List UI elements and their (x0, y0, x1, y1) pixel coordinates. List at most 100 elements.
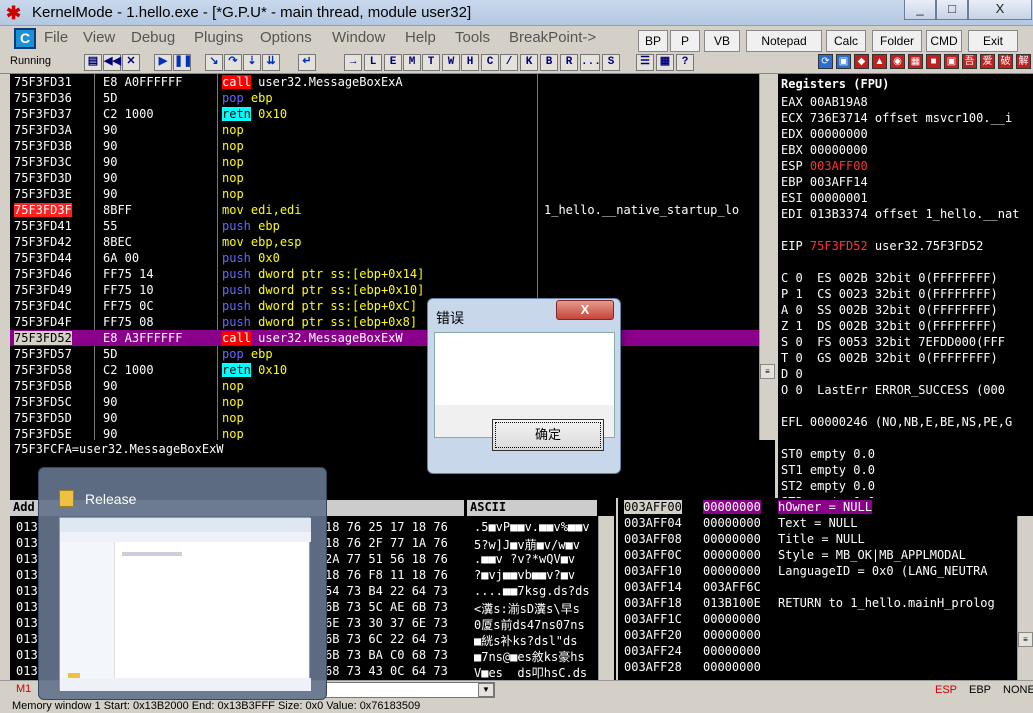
tool-letter-k[interactable]: K (520, 54, 538, 71)
tool-letter-dots[interactable]: ... (580, 54, 601, 71)
disasm-row[interactable]: 75F3FD42 8BEC mov ebp,esp (10, 234, 775, 250)
preview-thumbnail[interactable] (59, 517, 311, 691)
calc-button[interactable]: Calc (826, 30, 866, 52)
command-input[interactable] (325, 682, 495, 698)
menu-options[interactable]: Options (260, 29, 312, 46)
disasm-row[interactable]: 75F3FD5D 90 nop (10, 410, 775, 426)
disasm-row[interactable]: 75F3FD44 6A 00 push 0x0 (10, 250, 775, 266)
register-line[interactable]: Z 1 DS 002B 32bit 0(FFFFFFFF) (781, 319, 998, 333)
stack-row[interactable]: 003AFF14 003AFF6C (618, 580, 1033, 596)
register-line[interactable]: S 0 FS 0053 32bit 7EFDD000(FFF (781, 335, 1005, 349)
tool-letter-h[interactable]: H (461, 54, 479, 71)
refresh-icon[interactable]: ⟳ (818, 54, 833, 69)
title-bar[interactable]: ✱ KernelMode - 1.hello.exe - [*G.P.U* - … (0, 0, 1033, 26)
trace-into-icon[interactable]: ⇣ (243, 54, 261, 71)
disasm-row[interactable]: 75F3FD3C 90 nop (10, 154, 775, 170)
tool-letter-w[interactable]: W (442, 54, 460, 71)
register-line[interactable]: O 0 LastErr ERROR_SUCCESS (000 (781, 383, 1005, 397)
disasm-row[interactable]: 75F3FD5B 90 nop (10, 378, 775, 394)
stack-row[interactable]: 003AFF08 00000000 Title = NULL (618, 532, 1033, 548)
disasm-row[interactable]: 75F3FD37 C2 1000 retn 0x10 (10, 106, 775, 122)
tool-letter-b[interactable]: B (540, 54, 558, 71)
tool-letter-e[interactable]: E (384, 54, 402, 71)
menu-plugins[interactable]: Plugins (194, 29, 243, 46)
taskbar-preview[interactable]: Release (38, 467, 327, 700)
disasm-row[interactable]: 75F3FD41 55 push ebp (10, 218, 775, 234)
register-line[interactable]: EDI 013B3374 offset 1_hello.__nat (781, 207, 1019, 221)
menu-window[interactable]: Window (332, 29, 385, 46)
disasm-row[interactable]: 75F3FD3B 90 nop (10, 138, 775, 154)
dump-ascii-header[interactable]: ASCII (467, 500, 597, 516)
register-line[interactable]: ST2 empty 0.0 (781, 479, 875, 493)
stack-row[interactable]: 003AFF24 00000000 (618, 644, 1033, 660)
execute-till-return-icon[interactable]: ↵ (298, 54, 316, 71)
window-icon[interactable]: ▣ (836, 54, 851, 69)
chevron-down-icon[interactable]: ▼ (478, 683, 494, 697)
esp-label[interactable]: ESP (935, 684, 957, 696)
stack-row[interactable]: 003AFF0C 00000000 Style = MB_OK|MB_APPLMOD… (618, 548, 1033, 564)
plugin-e-icon[interactable]: ■ (926, 54, 941, 69)
cmd-button[interactable]: CMD (926, 30, 962, 52)
disasm-scrollbar[interactable]: ≡ (759, 74, 775, 440)
register-line[interactable]: ST0 empty 0.0 (781, 447, 875, 461)
none-label[interactable]: NONE (1003, 684, 1033, 696)
disasm-row[interactable]: 75F3FD52 E8 A3FFFFFF call user32.MessageBo… (10, 330, 775, 346)
plugin-i-icon[interactable]: 破 (998, 54, 1013, 69)
register-line[interactable]: A 0 SS 002B 32bit 0(FFFFFFFF) (781, 303, 998, 317)
bp-button[interactable]: BP (638, 30, 668, 52)
menu-help[interactable]: Help (405, 29, 436, 46)
stack-scroll-thumb-icon[interactable]: ≡ (1018, 632, 1033, 647)
p-button[interactable]: P (670, 30, 700, 52)
dump-scrollbar[interactable] (598, 516, 614, 680)
menu-view[interactable]: View (83, 29, 115, 46)
register-line[interactable]: EDX 00000000 (781, 127, 868, 141)
stack-row[interactable]: 003AFF18 013B100E RETURN to 1_hello.mainH_… (618, 596, 1033, 612)
disasm-row[interactable]: 75F3FD3D 90 nop (10, 170, 775, 186)
step-over-icon[interactable]: ↷ (224, 54, 242, 71)
menu-file[interactable]: File (44, 29, 68, 46)
stack-scrollbar[interactable]: ≡ (1017, 516, 1033, 680)
plugin-j-icon[interactable]: 解 (1016, 54, 1031, 69)
restart-icon[interactable]: ◀◀ (103, 54, 121, 71)
run-icon[interactable]: ▶ (154, 54, 172, 71)
register-line[interactable]: ESI 00000001 (781, 191, 868, 205)
register-line[interactable]: D 0 (781, 367, 803, 381)
cpu-window-icon[interactable]: C (14, 28, 36, 49)
stack-row[interactable]: 003AFF28 00000000 (618, 660, 1033, 676)
disasm-row[interactable]: 75F3FD4F FF75 08 push dword ptr ss:[ebp+0x… (10, 314, 775, 330)
tool-letter-r[interactable]: R (560, 54, 578, 71)
register-line[interactable]: ECX 736E3714 offset msvcr100.__i (781, 111, 1012, 125)
dialog-close-button[interactable]: X (556, 300, 614, 320)
register-line[interactable]: EIP 75F3FD52 user32.75F3FD52 (781, 239, 983, 253)
register-line[interactable]: EBX 00000000 (781, 143, 868, 157)
grid-icon[interactable]: ▦ (656, 54, 674, 71)
disasm-row[interactable]: 75F3FD3F 8BFF mov edi,edi 1_hello.__native_… (10, 202, 775, 218)
disassembly-pane[interactable]: 75F3FD31 E8 A0FFFFFF call user32.MessageBo… (10, 74, 775, 440)
register-line[interactable]: C 0 ES 002B 32bit 0(FFFFFFFF) (781, 271, 998, 285)
tool-letter-c[interactable]: C (481, 54, 499, 71)
vb-button[interactable]: VB (704, 30, 740, 52)
tool-letter-l[interactable]: L (364, 54, 382, 71)
disasm-row[interactable]: 75F3FD57 5D pop ebp (10, 346, 775, 362)
help-icon[interactable]: ? (676, 54, 694, 71)
register-line[interactable]: T 0 GS 002B 32bit 0(FFFFFFFF) (781, 351, 998, 365)
disasm-row[interactable]: 75F3FD3E 90 nop (10, 186, 775, 202)
maximize-button[interactable]: □ (936, 0, 968, 20)
stack-row[interactable]: 003AFF20 00000000 (618, 628, 1033, 644)
disasm-row[interactable]: 75F3FD4C FF75 0C push dword ptr ss:[ebp+0x… (10, 298, 775, 314)
register-line[interactable]: P 1 CS 0023 32bit 0(FFFFFFFF) (781, 287, 998, 301)
ebp-label[interactable]: EBP (969, 684, 991, 696)
disasm-row[interactable]: 75F3FD5E 90 nop (10, 426, 775, 440)
folder-button[interactable]: Folder (872, 30, 922, 52)
registers-pane[interactable]: Registers (FPU) EAX 00AB19A8 ECX 736E3714… (778, 74, 1033, 498)
error-dialog[interactable]: 错误 X 确定 (427, 298, 621, 474)
stack-row[interactable]: 003AFF04 00000000 Text = NULL (618, 516, 1033, 532)
disasm-row[interactable]: 75F3FD3A 90 nop (10, 122, 775, 138)
register-line[interactable]: EBP 003AFF14 (781, 175, 868, 189)
close-icon[interactable]: ✕ (122, 54, 140, 71)
disasm-row[interactable]: 75F3FD31 E8 A0FFFFFF call user32.MessageBo… (10, 74, 775, 90)
plugin-h-icon[interactable]: 爱 (980, 54, 995, 69)
plugin-a-icon[interactable]: ◆ (854, 54, 869, 69)
disasm-row[interactable]: 75F3FD46 FF75 14 push dword ptr ss:[ebp+0x… (10, 266, 775, 282)
stack-row[interactable]: 003AFF10 00000000 LanguageID = 0x0 (LANG_N… (618, 564, 1033, 580)
